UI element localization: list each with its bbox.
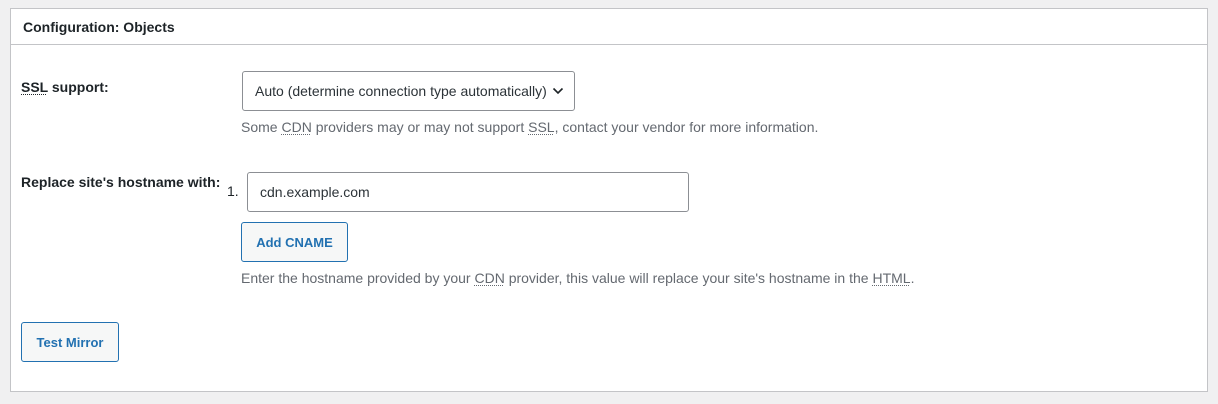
panel-header: Configuration: Objects	[11, 9, 1207, 45]
cname-item-number: 1.	[227, 183, 239, 199]
ssl-support-select[interactable]: Auto (determine connection type automati…	[242, 71, 575, 111]
hostname-label: Replace site's hostname with:	[21, 174, 221, 190]
panel-title: Configuration: Objects	[23, 18, 175, 35]
hostname-description: Enter the hostname provided by your CDN …	[241, 270, 914, 286]
configuration-objects-panel: Configuration: Objects SSL support: Auto…	[10, 8, 1208, 392]
ssl-abbr: SSL	[528, 119, 555, 135]
test-mirror-button[interactable]: Test Mirror	[21, 322, 119, 362]
hostname-desc-part: Enter the hostname provided by your	[241, 270, 475, 286]
ssl-desc-part: , contact your vendor for more informati…	[554, 119, 819, 135]
hostname-desc-part: .	[910, 270, 915, 286]
chevron-down-icon	[552, 87, 564, 95]
ssl-support-selected-value: Auto (determine connection type automati…	[255, 83, 547, 99]
ssl-desc-part: providers may or may not support	[311, 119, 529, 135]
ssl-abbr: SSL	[21, 79, 48, 95]
ssl-support-label: SSL support:	[21, 79, 109, 95]
cname-input-value: cdn.example.com	[260, 184, 370, 200]
ssl-desc-part: Some	[241, 119, 282, 135]
cdn-abbr: CDN	[474, 270, 505, 286]
add-cname-button[interactable]: Add CNAME	[241, 222, 348, 262]
html-abbr: HTML	[872, 270, 911, 286]
ssl-support-description: Some CDN providers may or may not suppor…	[241, 119, 818, 135]
cname-input[interactable]: cdn.example.com	[247, 172, 689, 212]
cdn-abbr: CDN	[281, 119, 312, 135]
hostname-desc-part: provider, this value will replace your s…	[504, 270, 873, 286]
ssl-support-label-text: support:	[47, 79, 109, 95]
